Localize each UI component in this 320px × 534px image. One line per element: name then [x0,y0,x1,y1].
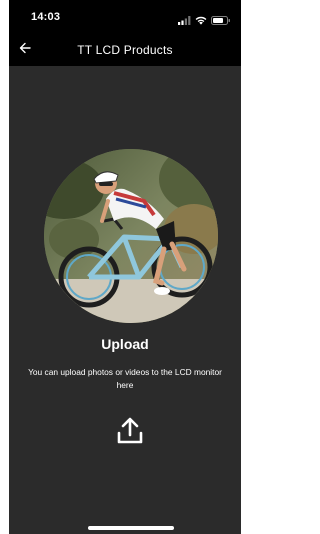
home-indicator[interactable] [88,526,174,530]
status-icons [178,12,231,30]
app-screen: 14:03 TT LCD Products Upload You can upl… [9,0,241,534]
upload-icon [115,416,145,451]
signal-icon [178,12,191,30]
cyclist-photo [44,149,218,323]
status-bar: 14:03 [9,0,241,34]
upload-button[interactable] [114,417,146,449]
upload-title: Upload [101,336,149,352]
cyclist-image [44,149,218,323]
upload-description: You can upload photos or videos to the L… [28,367,222,390]
wifi-icon [195,12,207,30]
battery-icon [211,12,231,30]
page-title: TT LCD Products [77,43,173,57]
navigation-bar: TT LCD Products [9,34,241,66]
status-time: 14:03 [31,11,61,23]
